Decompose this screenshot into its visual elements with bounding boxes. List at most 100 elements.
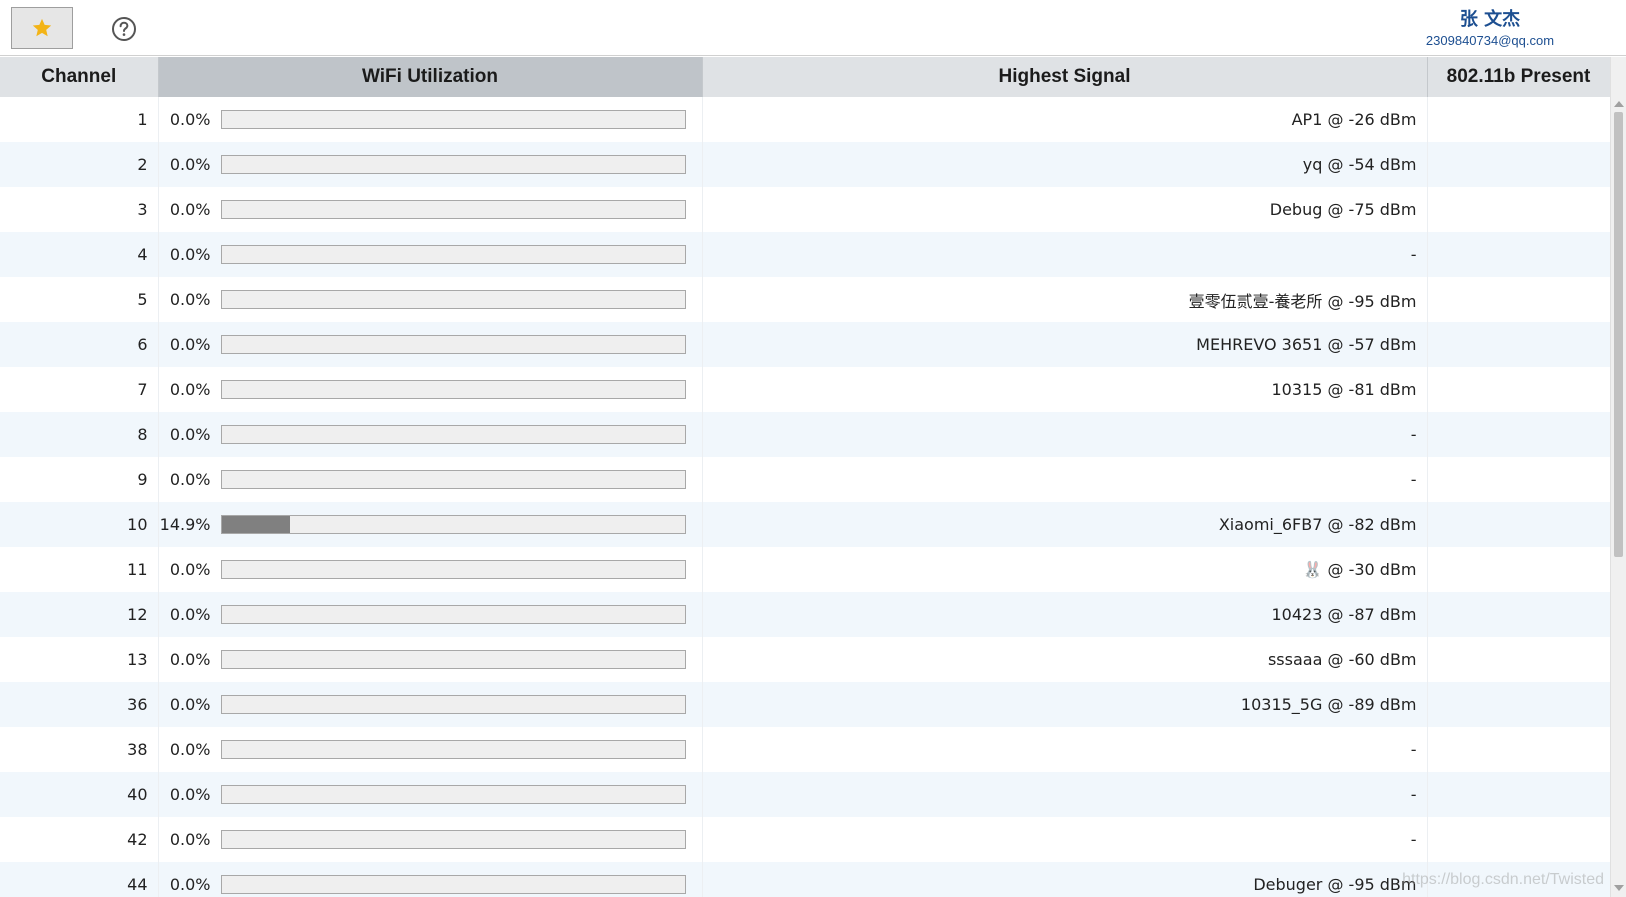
80211b-present-cell [1427,637,1610,682]
80211b-present-cell [1427,232,1610,277]
utilization-percent: 0.0% [169,605,211,624]
table-row[interactable]: 10 14.9% Xiaomi_6FB7 @ -82 dBm [0,502,1610,547]
scroll-thumb[interactable] [1614,112,1623,557]
utilization-cell: 0.0% [158,727,703,772]
table-row[interactable]: 12 0.0% 10423 @ -87 dBm [0,592,1610,637]
80211b-present-cell [1427,772,1610,817]
table-row[interactable]: 1 0.0% AP1 @ -26 dBm [0,97,1610,142]
channel-cell: 5 [0,277,159,322]
utilization-percent: 0.0% [169,830,211,849]
utilization-cell: 0.0% [158,412,703,457]
80211b-present-cell [1427,142,1610,187]
user-email: 2309840734@qq.com [1425,33,1555,48]
scroll-up-arrow-icon[interactable] [1614,101,1624,107]
utilization-percent: 0.0% [169,110,211,129]
utilization-percent: 14.9% [159,515,211,534]
table-row[interactable]: 5 0.0% 壹零伍贰壹-養老所 @ -95 dBm [0,277,1610,322]
highest-signal-cell: MEHREVO 3651 @ -57 dBm [702,322,1428,367]
highest-signal-cell: 🐰 @ -30 dBm [702,547,1428,592]
80211b-present-cell [1427,592,1610,637]
user-account[interactable]: 张 文杰 2309840734@qq.com [1400,8,1580,49]
highest-signal-cell: - [702,817,1428,862]
utilization-percent: 0.0% [169,740,211,759]
utilization-percent: 0.0% [169,335,211,354]
utilization-bar [220,560,686,579]
highest-signal-cell: 10315 @ -81 dBm [702,367,1428,412]
80211b-present-cell [1427,277,1610,322]
table-row[interactable]: 7 0.0% 10315 @ -81 dBm [0,367,1610,412]
utilization-bar [220,650,686,669]
utilization-cell: 0.0% [158,682,703,727]
utilization-bar [220,470,686,489]
utilization-cell: 0.0% [158,862,703,897]
highest-signal-cell: - [702,457,1428,502]
table-row[interactable]: 3 0.0% Debug @ -75 dBm [0,187,1610,232]
channel-cell: 2 [0,142,159,187]
channel-cell: 1 [0,97,159,142]
utilization-cell: 0.0% [158,592,703,637]
utilization-percent: 0.0% [169,380,211,399]
utilization-percent: 0.0% [169,470,211,489]
channel-cell: 40 [0,772,159,817]
utilization-bar [220,110,686,129]
80211b-present-cell [1427,457,1610,502]
table-row[interactable]: 44 0.0% Debuger @ -95 dBm [0,862,1610,897]
utilization-cell: 0.0% [158,547,703,592]
highest-signal-cell: - [702,232,1428,277]
utilization-bar [220,740,686,759]
table-row[interactable]: 8 0.0% - [0,412,1610,457]
utilization-percent: 0.0% [169,785,211,804]
vertical-scrollbar[interactable] [1610,57,1626,897]
help-button[interactable] [111,16,137,42]
highest-signal-cell: AP1 @ -26 dBm [702,97,1428,142]
table-row[interactable]: 38 0.0% - [0,727,1610,772]
80211b-present-cell [1427,187,1610,232]
channel-cell: 7 [0,367,159,412]
utilization-cell: 0.0% [158,142,703,187]
utilization-cell: 0.0% [158,277,703,322]
table-row[interactable]: 2 0.0% yq @ -54 dBm [0,142,1610,187]
80211b-present-cell [1427,412,1610,457]
scroll-down-arrow-icon[interactable] [1614,885,1624,891]
utilization-bar [220,605,686,624]
utilization-cell: 0.0% [158,187,703,232]
table-row[interactable]: 13 0.0% sssaaa @ -60 dBm [0,637,1610,682]
utilization-percent: 0.0% [169,290,211,309]
channel-cell: 42 [0,817,159,862]
channel-table-container: Channel WiFi Utilization Highest Signal … [0,57,1610,897]
table-row[interactable]: 4 0.0% - [0,232,1610,277]
watermark: https://blog.csdn.net/Twisted [1402,871,1604,888]
column-header-wifi-utilization[interactable]: WiFi Utilization [158,57,703,97]
utilization-bar [220,245,686,264]
highest-signal-cell: 壹零伍贰壹-養老所 @ -95 dBm [702,277,1428,322]
highest-signal-cell: Xiaomi_6FB7 @ -82 dBm [702,502,1428,547]
channel-cell: 10 [0,502,159,547]
utilization-percent: 0.0% [169,695,211,714]
table-row[interactable]: 42 0.0% - [0,817,1610,862]
80211b-present-cell [1427,322,1610,367]
utilization-cell: 0.0% [158,457,703,502]
table-row[interactable]: 36 0.0% 10315_5G @ -89 dBm [0,682,1610,727]
table-row[interactable]: 6 0.0% MEHREVO 3651 @ -57 dBm [0,322,1610,367]
utilization-bar [220,425,686,444]
utilization-percent: 0.0% [169,875,211,894]
channel-cell: 44 [0,862,159,897]
utilization-bar [220,830,686,849]
column-header-80211b-present[interactable]: 802.11b Present [1427,57,1610,97]
favorite-button[interactable] [11,7,73,49]
highest-signal-cell: - [702,412,1428,457]
table-row[interactable]: 11 0.0% 🐰 @ -30 dBm [0,547,1610,592]
column-header-channel[interactable]: Channel [0,57,159,97]
channel-cell: 36 [0,682,159,727]
utilization-cell: 0.0% [158,817,703,862]
channel-cell: 11 [0,547,159,592]
utilization-bar [220,290,686,309]
highest-signal-cell: Debuger @ -95 dBm [702,862,1428,897]
table-row[interactable]: 9 0.0% - [0,457,1610,502]
column-header-highest-signal[interactable]: Highest Signal [702,57,1428,97]
utilization-bar [220,200,686,219]
utilization-bar [220,155,686,174]
utilization-cell: 14.9% [158,502,703,547]
table-row[interactable]: 40 0.0% - [0,772,1610,817]
user-name: 张 文杰 [1459,9,1521,30]
